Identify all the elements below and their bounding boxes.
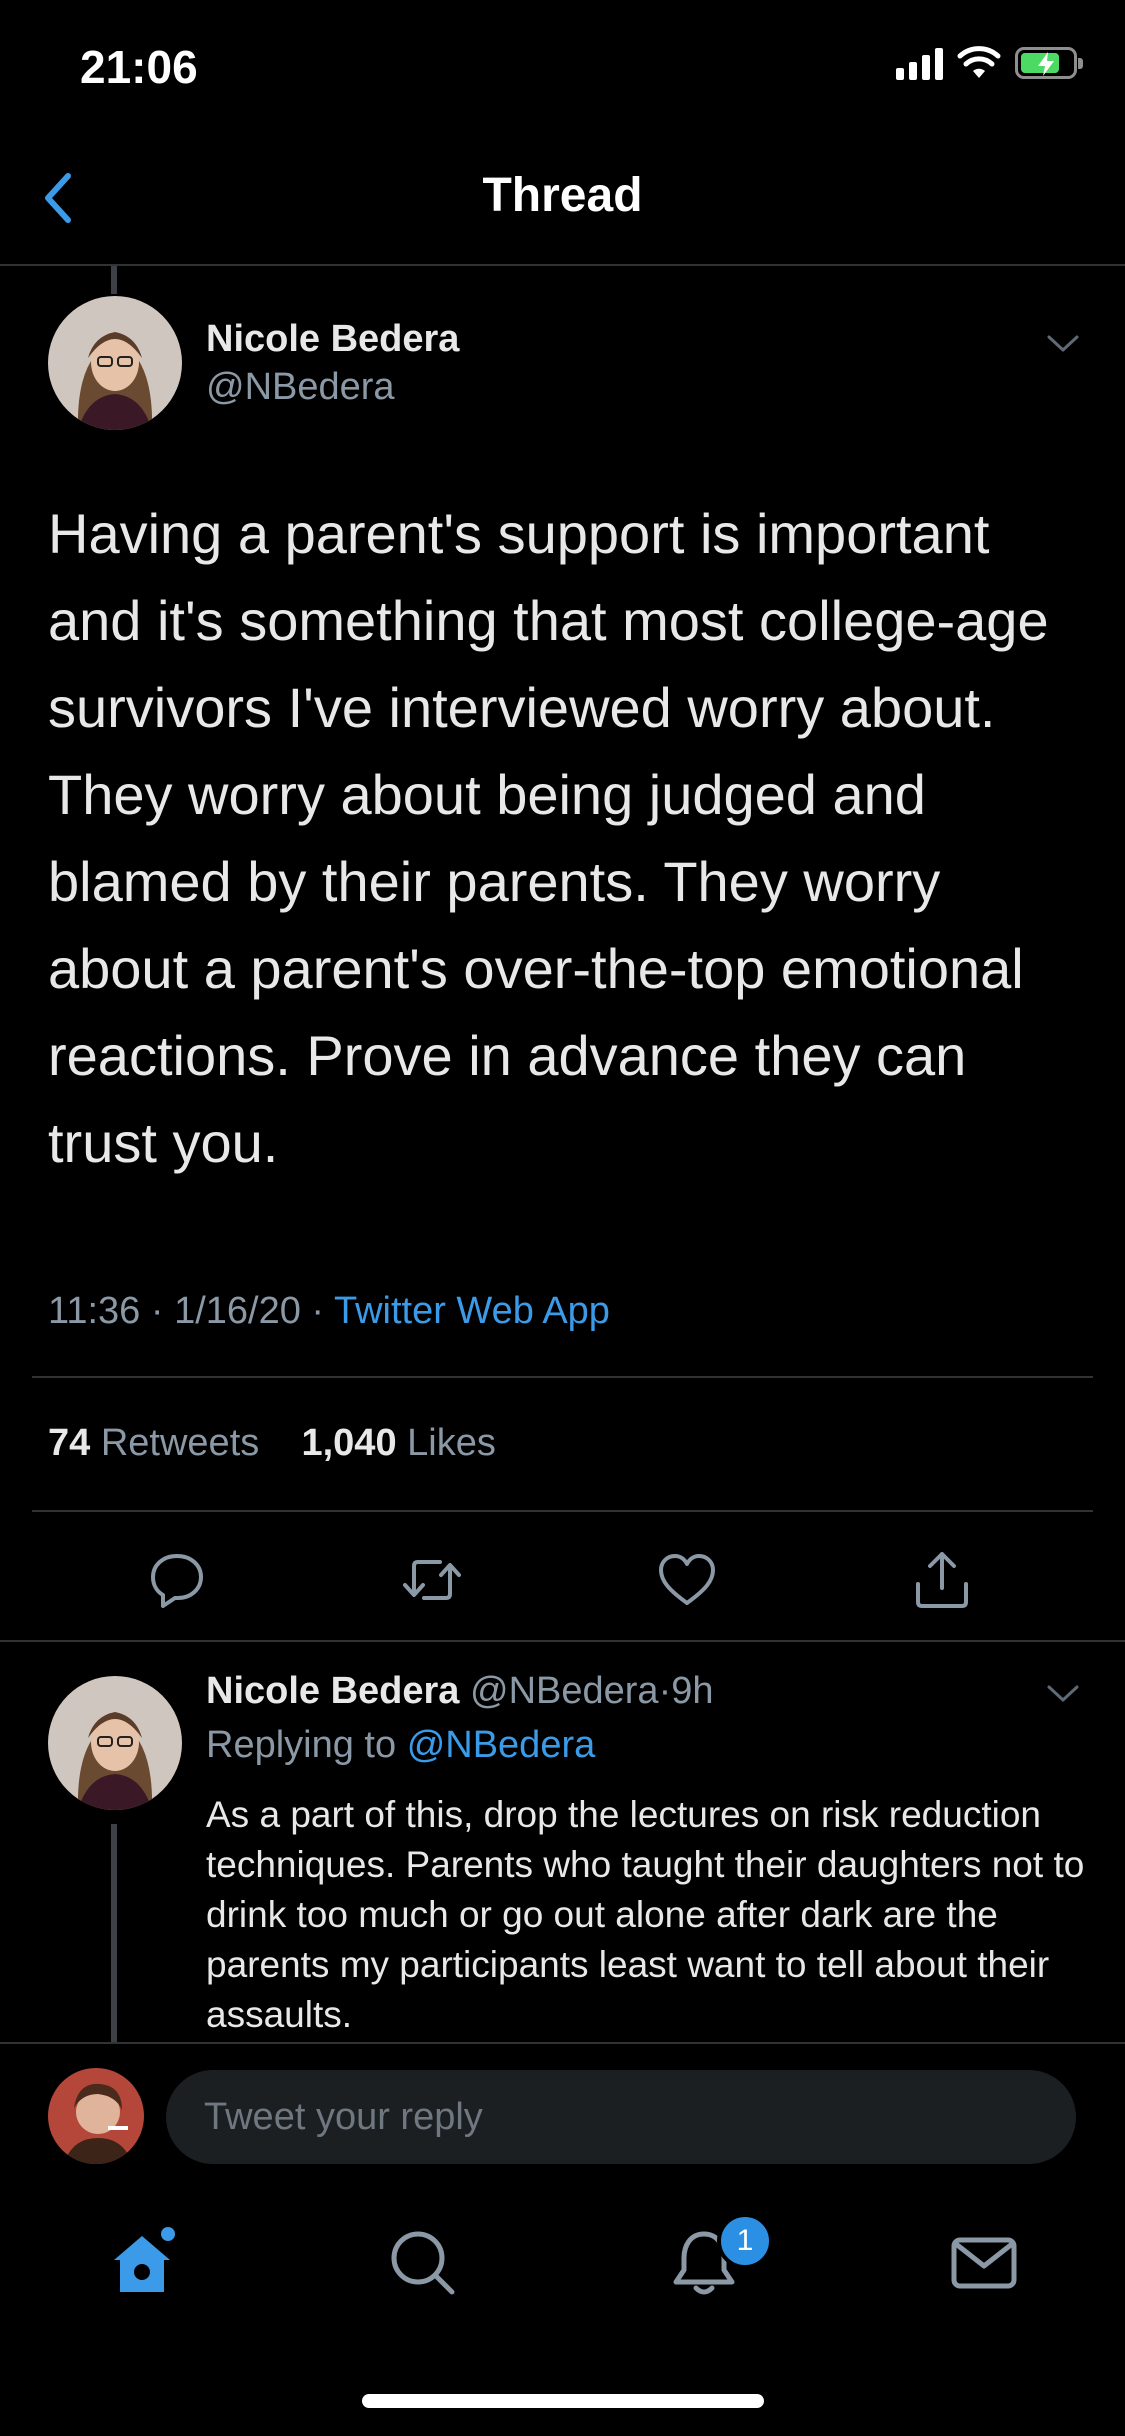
thread-connector-top xyxy=(111,266,117,294)
chevron-down-icon[interactable] xyxy=(1046,1684,1080,1704)
nav-divider xyxy=(0,264,1125,266)
wifi-icon xyxy=(957,46,1001,78)
tweet-meta: 11:36 · 1/16/20 · Twitter Web App xyxy=(48,1290,610,1333)
meta-separator: · xyxy=(150,1290,164,1332)
tweet-stats: 74 Retweets 1,040 Likes xyxy=(48,1422,496,1465)
likes-label: Likes xyxy=(407,1422,496,1464)
replying-prefix: Replying to xyxy=(206,1724,397,1766)
status-time: 21:06 xyxy=(80,41,198,93)
retweet-icon[interactable] xyxy=(400,1548,464,1612)
author-handle[interactable]: @NBedera xyxy=(206,366,395,409)
reply-author-name[interactable]: Nicole Bedera xyxy=(206,1670,459,1712)
reply-header: Nicole Bedera @NBedera·9h xyxy=(206,1670,714,1713)
author-avatar[interactable] xyxy=(48,296,182,430)
author-name[interactable]: Nicole Bedera xyxy=(206,318,459,361)
divider xyxy=(0,2042,1125,2044)
likes-stat[interactable]: 1,040 Likes xyxy=(301,1422,495,1464)
retweets-count: 74 xyxy=(48,1422,91,1464)
reply-author-handle[interactable]: @NBedera xyxy=(470,1670,659,1712)
home-indicator[interactable] xyxy=(362,2394,764,2408)
divider xyxy=(32,1376,1093,1378)
divider xyxy=(0,1640,1125,1642)
reply-icon[interactable] xyxy=(145,1548,209,1612)
likes-count: 1,040 xyxy=(301,1422,397,1464)
status-icons xyxy=(896,46,1083,80)
tweet-time: 11:36 xyxy=(48,1290,141,1332)
reply-input[interactable]: Tweet your reply xyxy=(166,2070,1076,2164)
replying-to-link[interactable]: @NBedera xyxy=(407,1724,596,1766)
page-title: Thread xyxy=(482,169,643,222)
reply-author-avatar[interactable] xyxy=(48,1676,182,1810)
reply-age: 9h xyxy=(671,1670,714,1712)
share-icon[interactable] xyxy=(910,1548,974,1612)
search-icon[interactable] xyxy=(386,2226,458,2298)
thread-connector xyxy=(111,1824,117,2042)
notification-badge: 1 xyxy=(717,2213,773,2269)
like-icon[interactable] xyxy=(655,1548,719,1612)
meta-separator: · xyxy=(658,1670,672,1712)
user-avatar[interactable] xyxy=(48,2068,144,2164)
chevron-down-icon[interactable] xyxy=(1046,334,1080,354)
signal-icon xyxy=(896,46,943,80)
messages-icon[interactable] xyxy=(948,2226,1020,2298)
home-icon[interactable] xyxy=(106,2226,178,2298)
battery-icon xyxy=(1015,47,1083,79)
reply-text: As a part of this, drop the lectures on … xyxy=(206,1794,1085,2035)
tweet-source-link[interactable]: Twitter Web App xyxy=(334,1290,610,1332)
retweets-label: Retweets xyxy=(100,1422,260,1464)
tweet-date: 1/16/20 xyxy=(174,1290,301,1332)
replying-to: Replying to @NBedera xyxy=(206,1724,595,1767)
meta-separator: · xyxy=(311,1290,325,1332)
tweet-text: Having a parent's support is important a… xyxy=(48,502,1049,1174)
divider xyxy=(32,1510,1093,1512)
retweets-stat[interactable]: 74 Retweets xyxy=(48,1422,259,1464)
